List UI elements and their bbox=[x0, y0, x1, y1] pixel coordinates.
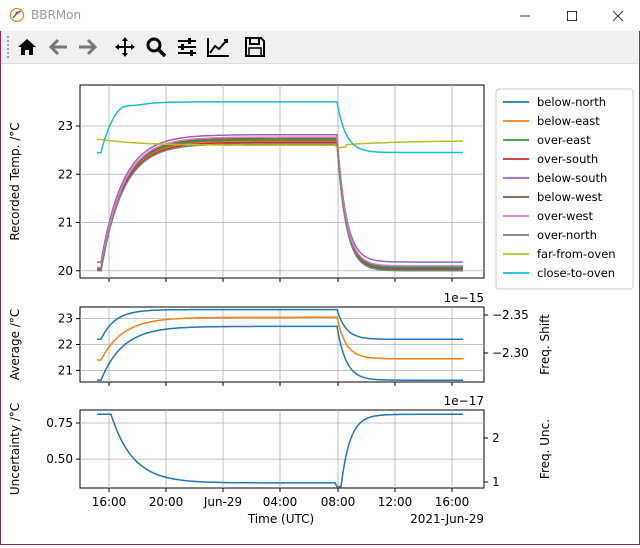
xtick-label-6: 16:00 bbox=[435, 495, 470, 509]
save-button[interactable] bbox=[242, 34, 268, 60]
legend-label-far-from-oven: far-from-oven bbox=[537, 247, 616, 261]
xtick-label-2: Jun-29 bbox=[203, 495, 242, 509]
plot-1-ylabel: Average /°C bbox=[8, 309, 22, 381]
plot-1-right-exponent: 1e−15 bbox=[444, 291, 484, 305]
plot-1-rtick-label-0: −2.35 bbox=[492, 308, 529, 322]
forward-arrow-icon bbox=[79, 38, 98, 56]
plot-1-ytick-label-2: 23 bbox=[58, 312, 73, 326]
pan-icon bbox=[115, 37, 135, 57]
subplots-config-icon bbox=[178, 38, 196, 56]
plot-2-right-exponent: 1e−17 bbox=[444, 394, 484, 408]
window-title: BBRMon bbox=[31, 8, 82, 22]
legend-label-over-south: over-south bbox=[537, 152, 598, 166]
plot-2-right-ylabel: Freq. Unc. bbox=[538, 419, 552, 479]
zoom-button[interactable] bbox=[143, 34, 169, 60]
toolbar-grip[interactable] bbox=[7, 36, 12, 58]
plot-2-rtick-label-0: 1 bbox=[492, 475, 500, 489]
plot-2-ylabel: Uncertainty /°C bbox=[8, 403, 22, 495]
legend-label-close-to-oven: close-to-oven bbox=[537, 266, 615, 280]
close-icon bbox=[612, 10, 624, 21]
plot-2-frame bbox=[79, 409, 485, 489]
plot-1-right-ylabel: Freq. Shift bbox=[538, 314, 552, 375]
configure-subplots-button[interactable] bbox=[174, 34, 200, 60]
close-button[interactable] bbox=[595, 0, 640, 31]
legend-label-over-west: over-west bbox=[537, 209, 594, 223]
back-arrow-icon bbox=[48, 38, 67, 56]
xaxis-offset-label: 2021-Jun-29 bbox=[410, 512, 484, 526]
forward-button[interactable] bbox=[75, 34, 101, 60]
plot-2-ytick-label-0: 0.50 bbox=[46, 452, 73, 466]
plot-2-ytick-label-1: 0.75 bbox=[46, 416, 73, 430]
minimize-icon bbox=[520, 15, 530, 16]
xtick-label-4: 08:00 bbox=[321, 495, 356, 509]
xtick-label-5: 12:00 bbox=[378, 495, 413, 509]
xtick-label-1: 20:00 bbox=[149, 495, 184, 509]
xtick-label-3: 04:00 bbox=[263, 495, 298, 509]
plot-0-ylabel: Recorded Temp. /°C bbox=[8, 122, 22, 240]
legend-label-below-east: below-east bbox=[537, 114, 600, 128]
minimize-button[interactable] bbox=[502, 0, 548, 31]
xaxis-label: Time (UTC) bbox=[247, 512, 314, 526]
plot-1-ytick-label-1: 22 bbox=[58, 338, 73, 352]
plot-1-rtick-label-1: −2.30 bbox=[492, 346, 529, 360]
figure-canvas[interactable]: 20 21 22 23 Recorded Temp. /°C 21 22 23 Average … bbox=[1, 64, 638, 544]
xtick-label-0: 16:00 bbox=[92, 495, 127, 509]
navigation-toolbar bbox=[1, 31, 638, 64]
maximize-button[interactable] bbox=[549, 0, 595, 31]
zoom-icon bbox=[146, 37, 167, 58]
pan-button[interactable] bbox=[112, 34, 138, 60]
home-button[interactable] bbox=[14, 34, 40, 60]
plot-0-ytick-label-2: 22 bbox=[58, 167, 73, 181]
app-icon bbox=[9, 7, 25, 23]
save-icon bbox=[245, 37, 265, 57]
plot-0-ytick-label-1: 21 bbox=[58, 216, 73, 230]
plot-1-ytick-label-0: 21 bbox=[58, 363, 73, 377]
legend-label-below-north: below-north bbox=[537, 95, 606, 109]
legend-label-over-east: over-east bbox=[537, 133, 591, 147]
legend-label-below-west: below-west bbox=[537, 190, 603, 204]
plot-0-ytick-label-3: 23 bbox=[58, 119, 73, 133]
maximize-icon bbox=[567, 10, 577, 21]
edit-axes-icon bbox=[207, 38, 229, 57]
back-button[interactable] bbox=[45, 34, 71, 60]
plot-0-frame bbox=[79, 84, 485, 279]
legend-label-below-south: below-south bbox=[537, 171, 607, 185]
edit-axes-button[interactable] bbox=[205, 34, 231, 60]
figure-svg: 20212223Recorded Temp. /°C212223Average … bbox=[8, 84, 634, 526]
home-icon bbox=[18, 39, 36, 55]
plot-2-rtick-label-1: 2 bbox=[492, 431, 500, 445]
legend-label-over-north: over-north bbox=[537, 228, 597, 242]
title-bar: BBRMon bbox=[0, 0, 640, 31]
plot-0-ytick-label-0: 20 bbox=[58, 264, 73, 278]
